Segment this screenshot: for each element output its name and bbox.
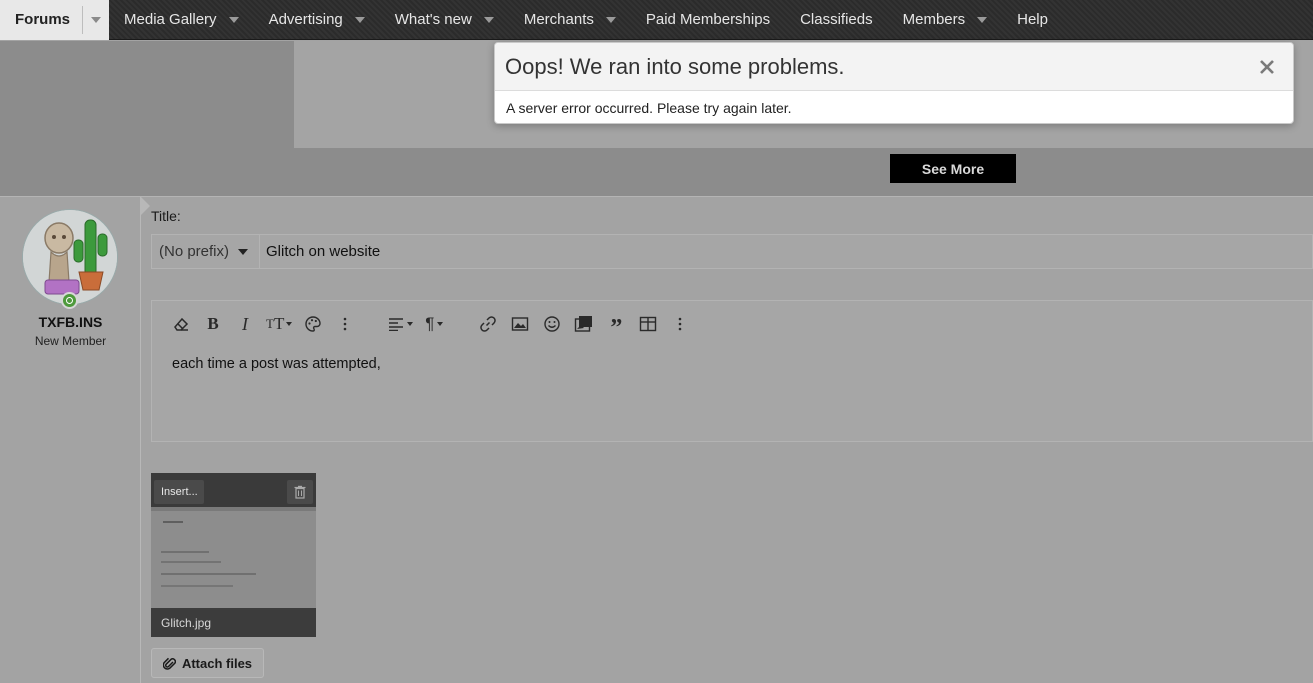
error-overlay: Oops! We ran into some problems. A serve… bbox=[494, 42, 1294, 124]
chevron-down-icon[interactable] bbox=[354, 16, 365, 23]
nav-tab-label: Advertising bbox=[268, 11, 343, 28]
nav-tab-label: Media Gallery bbox=[124, 11, 217, 28]
chevron-down-icon[interactable] bbox=[483, 16, 494, 23]
title-label: Title: bbox=[151, 208, 181, 224]
paragraph-icon[interactable]: ¶ bbox=[423, 313, 445, 335]
prefix-value: (No prefix) bbox=[159, 243, 230, 260]
chevron-down-icon[interactable] bbox=[228, 16, 239, 23]
nav-tab-merchants[interactable]: Merchants bbox=[509, 0, 631, 40]
nav-tab-classifieds[interactable]: Classifieds bbox=[785, 0, 888, 40]
italic-icon[interactable]: I bbox=[234, 313, 256, 335]
palette-icon[interactable] bbox=[302, 313, 324, 335]
title-input[interactable] bbox=[260, 235, 1312, 268]
nav-tab-members[interactable]: Members bbox=[888, 0, 1003, 40]
chevron-down-icon[interactable] bbox=[977, 16, 988, 23]
media-icon[interactable] bbox=[573, 313, 595, 335]
link-icon[interactable] bbox=[477, 313, 499, 335]
quote-icon[interactable]: ” bbox=[605, 313, 627, 340]
nav-tab-label: Help bbox=[1017, 11, 1048, 28]
nav-tab-label: What's new bbox=[394, 11, 472, 28]
attachment-thumbnail[interactable]: Insert... Glitch.jpg bbox=[151, 473, 316, 637]
online-status-icon bbox=[61, 292, 78, 309]
nav-dropdown-toggle[interactable] bbox=[82, 5, 109, 34]
avatar[interactable] bbox=[22, 209, 118, 305]
bold-icon[interactable]: B bbox=[202, 313, 224, 335]
message-arrow bbox=[141, 197, 150, 215]
smiley-icon[interactable] bbox=[541, 313, 563, 335]
top-nav: Forums Media Gallery Advertising What's … bbox=[0, 0, 1313, 40]
nav-tab-label: Classifieds bbox=[800, 11, 873, 28]
user-title: New Member bbox=[34, 334, 107, 348]
text-size-icon[interactable]: TT bbox=[266, 313, 293, 335]
post-form-area: TXFB.INS New Member Title: (No prefix) B… bbox=[0, 196, 1313, 683]
more-vertical-icon[interactable] bbox=[669, 313, 691, 335]
message-editor[interactable]: B I TT ¶ ” each time a post was attempte… bbox=[151, 300, 1313, 442]
nav-tab-help[interactable]: Help bbox=[1002, 0, 1063, 40]
align-icon[interactable] bbox=[388, 313, 414, 335]
more-vertical-icon[interactable] bbox=[334, 313, 356, 335]
chevron-down-icon[interactable] bbox=[605, 16, 616, 23]
trash-icon[interactable] bbox=[287, 480, 313, 504]
insert-attachment-button[interactable]: Insert... bbox=[154, 480, 204, 504]
username[interactable]: TXFB.INS bbox=[0, 314, 141, 330]
error-message: A server error occurred. Please try agai… bbox=[506, 100, 792, 116]
attach-files-label: Attach files bbox=[181, 655, 253, 671]
error-title: Oops! We ran into some problems. bbox=[495, 43, 1293, 91]
user-info-column: TXFB.INS New Member bbox=[0, 197, 141, 683]
paperclip-icon bbox=[162, 657, 176, 670]
table-icon[interactable] bbox=[637, 313, 659, 335]
eraser-icon[interactable] bbox=[170, 313, 192, 335]
nav-tab-media-gallery[interactable]: Media Gallery bbox=[109, 0, 254, 40]
nav-tab-label: Forums bbox=[15, 11, 71, 28]
chevron-down-icon bbox=[91, 16, 102, 23]
nav-tab-label: Merchants bbox=[523, 11, 594, 28]
nav-tab-forums[interactable]: Forums bbox=[0, 0, 110, 40]
nav-tab-label: Paid Memberships bbox=[645, 11, 771, 28]
close-icon[interactable] bbox=[1255, 55, 1279, 79]
title-row: (No prefix) bbox=[151, 234, 1313, 269]
nav-tab-advertising[interactable]: Advertising bbox=[254, 0, 380, 40]
editor-body-text[interactable]: each time a post was attempted, bbox=[172, 356, 381, 372]
nav-tab-paid-memberships[interactable]: Paid Memberships bbox=[631, 0, 785, 40]
attachment-filename: Glitch.jpg bbox=[151, 608, 316, 637]
prefix-select[interactable]: (No prefix) bbox=[152, 235, 260, 268]
nav-tab-whats-new[interactable]: What's new bbox=[380, 0, 509, 40]
avatar-image bbox=[23, 210, 117, 304]
editor-toolbar: B I TT ¶ ” bbox=[170, 313, 701, 340]
image-icon[interactable] bbox=[509, 313, 531, 335]
nav-tab-label: Members bbox=[902, 11, 966, 28]
attach-files-button[interactable]: Attach files bbox=[151, 648, 264, 678]
see-more-button[interactable]: See More bbox=[890, 154, 1016, 183]
chevron-down-icon bbox=[238, 248, 249, 255]
